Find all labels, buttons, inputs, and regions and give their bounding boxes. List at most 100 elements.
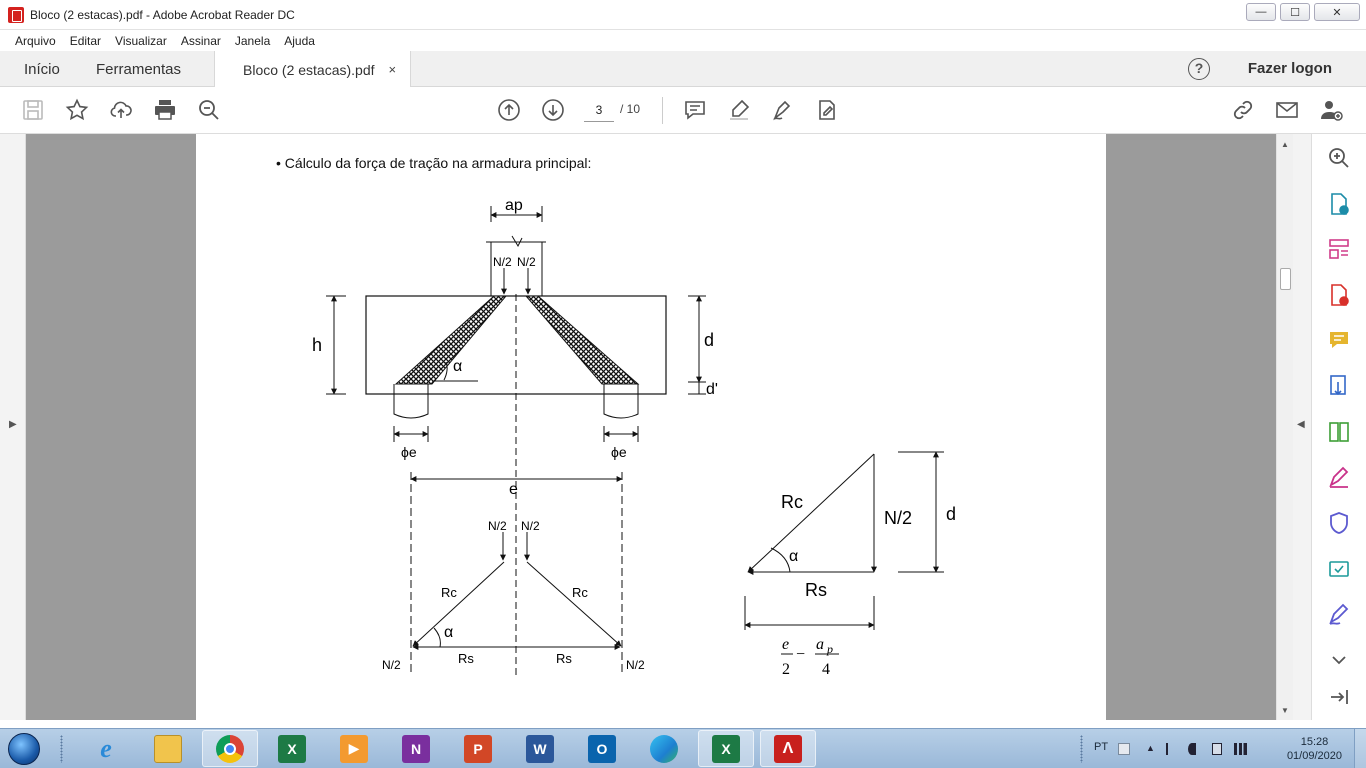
menu-arquivo[interactable]: Arquivo (8, 34, 63, 48)
menu-visualizar[interactable]: Visualizar (108, 34, 174, 48)
tab-close-icon[interactable]: × (389, 62, 397, 77)
taskbar-excel-open[interactable]: X (698, 730, 754, 767)
frac-2: 2 (782, 661, 790, 678)
send-for-review-icon[interactable] (1326, 556, 1352, 582)
keyboard-icon[interactable] (1118, 743, 1130, 755)
collapse-rail-icon[interactable] (1326, 684, 1352, 710)
volume-icon[interactable] (1188, 743, 1196, 755)
network-icon[interactable] (1212, 743, 1222, 755)
left-panel-toggle[interactable]: ▶ (0, 134, 26, 720)
show-desktop-button[interactable] (1354, 729, 1366, 768)
clock[interactable]: 15:28 01/09/2020 (1287, 735, 1342, 763)
fill-sign-tool-icon[interactable] (1326, 464, 1352, 490)
taskbar-edge[interactable] (636, 730, 692, 767)
taskbar-media-player[interactable]: ▶ (326, 730, 382, 767)
share-link-icon[interactable] (1230, 97, 1256, 123)
taskbar-word[interactable]: W (512, 730, 568, 767)
label-n2-bottom-left: N/2 (382, 658, 401, 672)
menu-editar[interactable]: Editar (63, 34, 108, 48)
label-e: e (509, 481, 518, 498)
close-button[interactable]: ✕ (1314, 3, 1360, 21)
signal-icon[interactable] (1234, 743, 1250, 755)
label-d: d (704, 330, 714, 350)
right-panel-toggle[interactable]: ◀ (1293, 134, 1311, 720)
comment-tool-icon[interactable] (1326, 327, 1352, 353)
export-pdf-icon[interactable] (1326, 191, 1352, 217)
label-ap: ap (505, 197, 523, 214)
label-rs-triangle: Rs (805, 580, 827, 600)
menu-assinar[interactable]: Assinar (174, 34, 228, 48)
star-icon[interactable] (64, 97, 90, 123)
protect-icon[interactable] (1326, 510, 1352, 536)
expand-left-icon: ▶ (9, 419, 17, 430)
highlight-pen-icon[interactable] (726, 97, 752, 123)
label-d-triangle: d (946, 504, 956, 524)
label-rc-mid-right: Rc (572, 585, 588, 600)
add-user-icon[interactable] (1318, 97, 1344, 123)
compress-pdf-icon[interactable] (1326, 373, 1352, 399)
help-icon[interactable]: ? (1188, 58, 1210, 80)
scroll-up-icon[interactable]: ▲ (1281, 140, 1289, 149)
scroll-thumb[interactable] (1280, 268, 1291, 290)
print-icon[interactable] (152, 97, 178, 123)
outlook-icon: O (588, 734, 616, 763)
taskbar-onenote[interactable]: N (388, 730, 444, 767)
taskbar-outlook[interactable]: O (574, 730, 630, 767)
cloud-upload-icon[interactable] (108, 97, 134, 123)
excel-open-icon: X (712, 734, 740, 763)
label-rc-triangle: Rc (781, 492, 803, 512)
taskbar-internet-explorer[interactable]: e (78, 730, 134, 767)
acrobat-icon: Λ (774, 734, 802, 763)
menu-janela[interactable]: Janela (228, 34, 277, 48)
fill-sign-icon[interactable] (814, 97, 840, 123)
minimize-button[interactable]: — (1246, 3, 1276, 21)
label-d-prime: d' (706, 381, 718, 398)
tab-home[interactable]: Início (24, 51, 60, 87)
taskbar-acrobat[interactable]: Λ (760, 730, 816, 767)
label-phi-right: ϕe (611, 444, 627, 460)
page-total: / 10 (620, 102, 641, 116)
next-page-icon[interactable] (540, 97, 566, 123)
label-n2-mid-left: N/2 (488, 519, 507, 533)
language-indicator[interactable]: PT (1094, 741, 1108, 753)
zoom-in-icon[interactable] (1326, 145, 1352, 171)
label-n2-triangle: N/2 (884, 508, 912, 528)
zoom-search-icon[interactable] (196, 97, 222, 123)
email-icon[interactable] (1274, 97, 1300, 123)
draw-icon[interactable] (770, 97, 796, 123)
taskbar-file-explorer[interactable] (140, 730, 196, 767)
frac-minus: − (796, 646, 805, 663)
window-title: Bloco (2 estacas).pdf - Adobe Acrobat Re… (30, 7, 295, 22)
tab-bar: Início Ferramentas Bloco (2 estacas).pdf… (0, 51, 1366, 88)
section-heading: • Cálculo da força de tração na armadura… (276, 155, 591, 171)
windows-logo-icon (8, 733, 40, 765)
create-pdf-icon[interactable] (1326, 282, 1352, 308)
show-hidden-icons-icon[interactable]: ▲ (1146, 743, 1158, 755)
tab-tools[interactable]: Ferramentas (96, 51, 181, 87)
windows-taskbar: e X ▶ N P W O X Λ PT ▲ 15:28 01/09/2020 (0, 728, 1366, 768)
label-h: h (312, 335, 322, 355)
tab-document[interactable]: Bloco (2 estacas).pdf × (214, 51, 412, 88)
scroll-down-icon[interactable]: ▼ (1281, 706, 1289, 715)
label-n2-bottom-right: N/2 (626, 658, 645, 672)
organize-pages-icon[interactable] (1326, 236, 1352, 262)
save-icon[interactable] (20, 97, 46, 123)
signature-icon[interactable] (1326, 601, 1352, 627)
vertical-scrollbar[interactable]: ▲ ▼ (1276, 134, 1293, 720)
taskbar-powerpoint[interactable]: P (450, 730, 506, 767)
menu-ajuda[interactable]: Ajuda (277, 34, 322, 48)
compare-files-icon[interactable] (1326, 419, 1352, 445)
media-player-icon: ▶ (340, 734, 368, 763)
page-number-input[interactable]: 3 (584, 100, 614, 122)
comment-icon[interactable] (682, 97, 708, 123)
action-center-flag-icon[interactable] (1166, 743, 1178, 755)
structural-diagram: • Cálculo da força de tração na armadura… (276, 155, 956, 679)
start-button[interactable] (4, 731, 44, 767)
label-n2-left: N/2 (493, 255, 512, 269)
taskbar-chrome[interactable] (202, 730, 258, 767)
logon-button[interactable]: Fazer logon (1248, 60, 1332, 77)
maximize-button[interactable]: ☐ (1280, 3, 1310, 21)
taskbar-excel[interactable]: X (264, 730, 320, 767)
more-tools-chevron-icon[interactable] (1326, 647, 1352, 673)
previous-page-icon[interactable] (496, 97, 522, 123)
